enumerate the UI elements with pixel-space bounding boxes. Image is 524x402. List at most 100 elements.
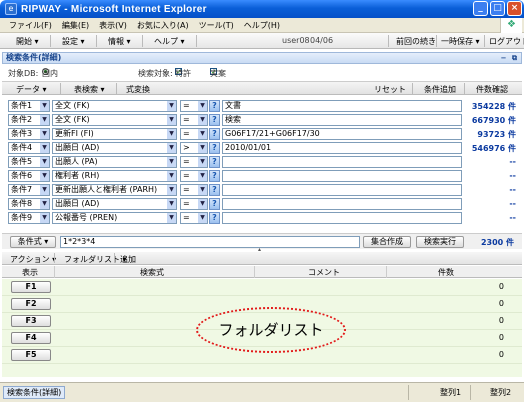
info-menu[interactable]: 情報 ▾: [108, 36, 131, 47]
field-select[interactable]: 全文 (FK) ▼: [52, 114, 177, 126]
field-select[interactable]: 公報番号 (PREN) ▼: [52, 212, 177, 224]
total-count: 2300 件: [480, 238, 514, 247]
field-select[interactable]: 出願日 (AD) ▼: [52, 142, 177, 154]
condition-label-select[interactable]: 条件7 ▼: [8, 184, 50, 196]
operator-select[interactable]: = ▼: [180, 100, 208, 112]
minimize-icon[interactable]: _: [473, 1, 488, 16]
menu-favorites[interactable]: お気に入り(A): [132, 20, 194, 31]
field-select[interactable]: 全文 (FK) ▼: [52, 100, 177, 112]
menu-tools[interactable]: ツール(T): [194, 20, 239, 31]
close-icon[interactable]: ×: [507, 1, 522, 16]
divider: [408, 385, 409, 400]
operator-select[interactable]: = ▼: [180, 128, 208, 140]
condition-label-select[interactable]: 条件9 ▼: [8, 212, 50, 224]
folder-list-menu[interactable]: フォルダリスト ▾: [64, 254, 127, 265]
continue-button[interactable]: 前回の続き: [396, 36, 436, 47]
help-icon[interactable]: ?: [209, 212, 220, 224]
operator-select[interactable]: = ▼: [180, 184, 208, 196]
folder-button-f3[interactable]: F3: [11, 315, 51, 327]
folder-button-f5[interactable]: F5: [11, 349, 51, 361]
folder-button-f1[interactable]: F1: [11, 281, 51, 293]
operator-select[interactable]: > ▼: [180, 142, 208, 154]
data-menu[interactable]: データ ▾: [16, 84, 47, 95]
settings-menu[interactable]: 設定 ▾: [62, 36, 85, 47]
divider: [436, 35, 437, 47]
maximize-icon[interactable]: □: [490, 1, 505, 16]
count-check-button[interactable]: 件数確認: [476, 84, 508, 95]
help-icon[interactable]: ?: [209, 128, 220, 140]
condition-value-input[interactable]: [222, 184, 462, 196]
dropdown-arrow-icon: ▾: [34, 37, 39, 46]
float-icon[interactable]: ⧉: [510, 54, 519, 62]
help-menu[interactable]: ヘルプ ▾: [154, 36, 185, 47]
condition-value-input[interactable]: 文書: [222, 100, 462, 112]
dropdown-arrow-icon: ▼: [40, 129, 49, 139]
condition-label-select[interactable]: 条件4 ▼: [8, 142, 50, 154]
operator-select[interactable]: = ▼: [180, 170, 208, 182]
condition-value-input[interactable]: [222, 156, 462, 168]
condition-value-input[interactable]: [222, 170, 462, 182]
operator-select[interactable]: = ▼: [180, 212, 208, 224]
folder-button-f2[interactable]: F2: [11, 298, 51, 310]
status-tab-search-conditions[interactable]: 検索条件(詳細): [3, 386, 66, 399]
divider: [50, 35, 51, 47]
help-icon[interactable]: ?: [209, 184, 220, 196]
table-search-menu[interactable]: 表検索 ▾: [74, 84, 105, 95]
condition-label-select[interactable]: 条件3 ▼: [8, 128, 50, 140]
dropdown-arrow-icon: ▼: [167, 171, 176, 181]
divider: [60, 83, 61, 95]
menu-edit[interactable]: 編集(E): [57, 20, 94, 31]
field-select[interactable]: 権利者 (RH) ▼: [52, 170, 177, 182]
reset-button[interactable]: リセット: [374, 84, 406, 95]
action-menu[interactable]: アクション ▾: [10, 254, 56, 265]
start-menu[interactable]: 開始 ▾: [16, 36, 39, 47]
condition-row: 条件8 ▼ 出願日 (AD) ▼ = ▼ ? --: [8, 198, 520, 211]
formula-menu-button[interactable]: 条件式 ▾: [10, 236, 56, 248]
temp-save-menu[interactable]: 一時保存 ▾: [441, 36, 480, 47]
condition-label-select[interactable]: 条件8 ▼: [8, 198, 50, 210]
condition-value-input[interactable]: [222, 212, 462, 224]
menu-help[interactable]: ヘルプ(H): [239, 20, 285, 31]
add-folder-button[interactable]: 追加: [120, 254, 136, 265]
condition-value-input[interactable]: G06F17/21+G06F17/30: [222, 128, 462, 140]
help-icon[interactable]: ?: [209, 100, 220, 112]
menu-view[interactable]: 表示(V): [94, 20, 132, 31]
field-select[interactable]: 更新出願人と権利者 (PARH) ▼: [52, 184, 177, 196]
create-set-button[interactable]: 集合作成: [363, 236, 411, 248]
field-select[interactable]: 更新FI (FI) ▼: [52, 128, 177, 140]
operator-select[interactable]: = ▼: [180, 114, 208, 126]
condition-label-select[interactable]: 条件6 ▼: [8, 170, 50, 182]
folder-button-f4[interactable]: F4: [11, 332, 51, 344]
help-icon[interactable]: ?: [209, 198, 220, 210]
divider: [114, 253, 115, 263]
add-condition-button[interactable]: 条件追加: [424, 84, 456, 95]
logout-button[interactable]: ログアウト: [489, 36, 524, 47]
condition-value-input[interactable]: 検索: [222, 114, 462, 126]
execute-search-button[interactable]: 検索実行: [416, 236, 464, 248]
dropdown-arrow-icon: ▼: [40, 101, 49, 111]
condition-row: 条件2 ▼ 全文 (FK) ▼ = ▼ ? 検索 667930 件: [8, 114, 520, 127]
operator-select[interactable]: = ▼: [180, 156, 208, 168]
target-row: 対象DB: 国内 検索対象: ✓ 特許 ✓ 実案: [8, 68, 226, 78]
menu-file[interactable]: ファイル(F): [4, 20, 57, 31]
formula-input[interactable]: 1*2*3*4: [60, 236, 360, 248]
condition-label-select[interactable]: 条件2 ▼: [8, 114, 50, 126]
condition-value-input[interactable]: 2010/01/01: [222, 142, 462, 154]
folder-row: F1 0: [2, 279, 522, 296]
help-icon[interactable]: ?: [209, 114, 220, 126]
divider: [196, 35, 197, 47]
formula-column-header: 検索式: [140, 268, 164, 277]
field-select[interactable]: 出願人 (PA) ▼: [52, 156, 177, 168]
help-icon[interactable]: ?: [209, 142, 220, 154]
operator-select[interactable]: = ▼: [180, 198, 208, 210]
collapse-icon[interactable]: −: [499, 54, 508, 62]
help-icon[interactable]: ?: [209, 170, 220, 182]
condition-label-select[interactable]: 条件1 ▼: [8, 100, 50, 112]
folder-list-annotation: フォルダリスト: [196, 307, 346, 353]
condition-label-select[interactable]: 条件5 ▼: [8, 156, 50, 168]
help-icon[interactable]: ?: [209, 156, 220, 168]
search-target-label: 検索対象:: [138, 69, 173, 78]
field-select[interactable]: 出願日 (AD) ▼: [52, 198, 177, 210]
condition-value-input[interactable]: [222, 198, 462, 210]
formula-convert-button[interactable]: 式変換: [126, 84, 150, 95]
